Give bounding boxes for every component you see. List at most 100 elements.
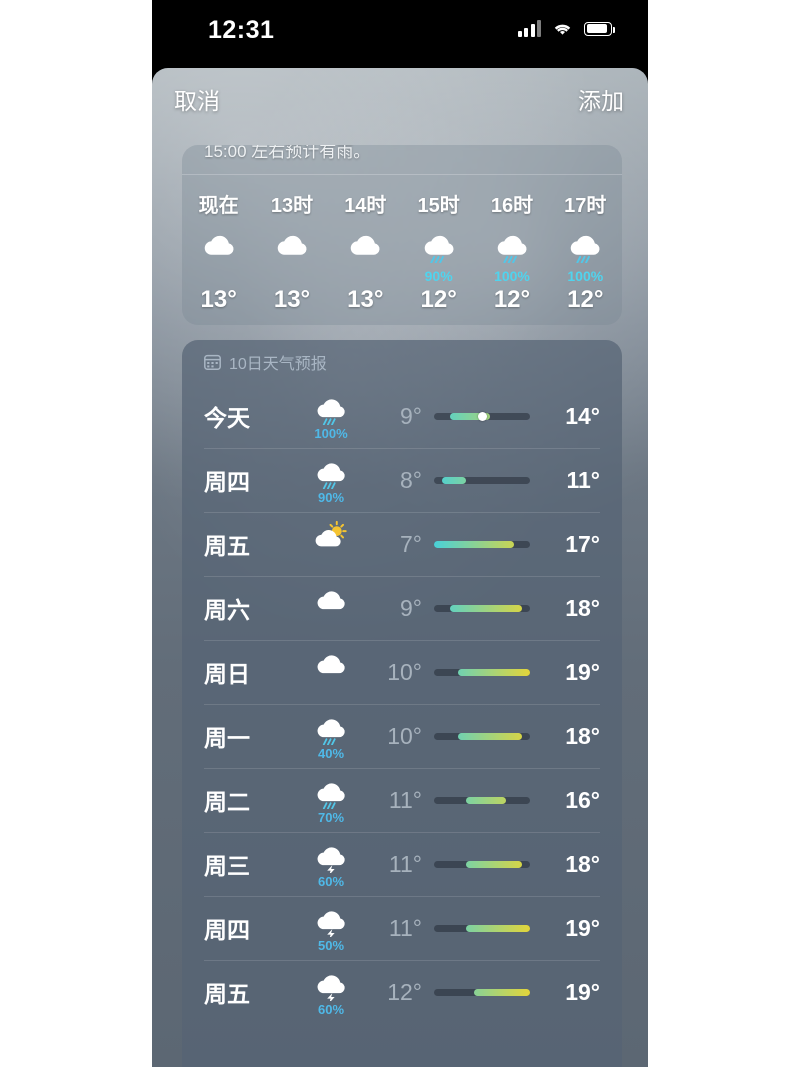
cloud-icon [351, 235, 380, 255]
table-row[interactable]: 周四 50% 11° 19° [204, 896, 600, 960]
range-track [434, 796, 530, 804]
day-weather-icon [296, 648, 366, 697]
hour-precipitation: 100% [494, 268, 530, 284]
cloud-icon [317, 654, 345, 673]
hour-weather-icon [491, 222, 533, 268]
cloud-rain-icon [317, 782, 345, 809]
table-row[interactable]: 周六 9° 18° [204, 576, 600, 640]
day-weather-icon: 70% [296, 776, 366, 825]
table-row[interactable]: 今天 100% 9° 14° [204, 384, 600, 448]
day-label: 周三 [204, 853, 250, 879]
day-weather-icon: 90% [296, 456, 366, 505]
hourly-list[interactable]: 现在 13° 13时 13° 14时 13° 15时 90% 12° 16时 100% 12° 17时 1… [182, 179, 622, 325]
battery-icon [584, 21, 615, 36]
ten-day-forecast-card[interactable]: 10日天气预报 今天 100% 9° 14° 周四 90% 8° 11° 周五 7° 17° 周六 9°… [182, 340, 622, 1067]
high-temperature: 16° [565, 786, 600, 813]
hour-label: 15时 [417, 195, 460, 217]
hour-temperature: 13° [347, 286, 384, 313]
high-temperature: 18° [565, 850, 600, 877]
hour-weather-icon [344, 222, 386, 268]
day-label: 周一 [204, 725, 250, 751]
low-temperature: 9° [400, 402, 422, 429]
hour-label: 17时 [564, 195, 607, 217]
cloud-icon [204, 235, 234, 255]
wifi-icon [554, 24, 571, 35]
day-weather-icon: 60% [296, 840, 366, 889]
cancel-button[interactable]: 取消 [174, 90, 220, 113]
current-temperature-marker [477, 411, 487, 421]
high-temperature: 17° [565, 530, 600, 557]
hour-temperature: 13° [200, 286, 237, 313]
temperature-range-bar [422, 540, 542, 548]
range-track [434, 604, 530, 612]
temperature-range-bar [422, 411, 542, 421]
hour-item[interactable]: 16时 100% 12° [475, 179, 548, 325]
day-label: 周日 [204, 661, 250, 687]
cloud-rain-icon [424, 235, 454, 263]
day-weather-icon [296, 584, 366, 633]
temperature-range-bar [422, 476, 542, 484]
hour-temperature: 12° [420, 286, 457, 313]
day-precipitation: 50% [317, 937, 345, 953]
cloud-rain-icon [317, 398, 345, 425]
ten-day-header-label: 10日天气预报 [229, 356, 327, 373]
range-track [434, 924, 530, 932]
day-label: 周二 [204, 789, 250, 815]
table-row[interactable]: 周四 90% 8° 11° [204, 448, 600, 512]
hour-temperature: 12° [493, 286, 531, 313]
range-track [434, 411, 530, 421]
high-temperature: 19° [565, 914, 600, 941]
range-track [434, 988, 530, 996]
hourly-forecast-card[interactable]: 15:00 左右预计有雨。 现在 13° 13时 13° 14时 13° 15时 90% 12°… [182, 145, 622, 325]
sheet-navbar: 取消 添加 [152, 68, 648, 134]
day-weather-icon: 60% [296, 968, 366, 1017]
temperature-range-bar [422, 924, 542, 932]
cloud-bolt-icon [317, 974, 345, 1001]
cloud-icon [317, 590, 345, 609]
low-temperature: 10° [387, 658, 422, 685]
range-fill [466, 860, 522, 868]
add-button[interactable]: 添加 [578, 90, 624, 113]
hour-weather-icon [418, 222, 460, 268]
hour-precipitation: 90% [424, 268, 453, 284]
table-row[interactable]: 周五 7° 17° [204, 512, 600, 576]
table-row[interactable]: 周二 70% 11° 16° [204, 768, 600, 832]
range-fill [442, 476, 466, 484]
cloud-rain-icon [317, 462, 345, 489]
hour-item[interactable]: 17时 100% 12° [549, 179, 622, 325]
day-label: 周六 [204, 597, 250, 623]
hour-label: 16时 [490, 195, 534, 217]
range-fill [458, 732, 522, 740]
cloud-rain-icon [571, 235, 600, 263]
high-temperature: 18° [565, 722, 600, 749]
low-temperature: 9° [400, 594, 422, 621]
ten-day-rows[interactable]: 今天 100% 9° 14° 周四 90% 8° 11° 周五 7° 17° 周六 9° 18° 周日 10°… [182, 384, 622, 1024]
day-precipitation: 60% [317, 1001, 345, 1017]
hour-weather-icon [271, 222, 313, 268]
table-row[interactable]: 周五 60% 12° 19° [204, 960, 600, 1024]
cloud-bolt-icon [317, 910, 345, 937]
temperature-range-bar [422, 604, 542, 612]
hour-item[interactable]: 14时 13° [329, 179, 402, 325]
table-row[interactable]: 周三 60% 11° 18° [204, 832, 600, 896]
hour-item[interactable]: 13时 13° [255, 179, 328, 325]
page-root: 12:31 取消 添加 15:00 左右预计有雨。 现在 13° 13时 13°… [0, 0, 800, 1067]
weather-sheet: 取消 添加 15:00 左右预计有雨。 现在 13° 13时 13° 14时 13° 15时… [152, 68, 648, 1067]
range-track [434, 732, 530, 740]
calendar-icon [204, 354, 221, 370]
day-precipitation: 100% [314, 425, 348, 441]
range-fill [458, 668, 530, 676]
temperature-range-bar [422, 796, 542, 804]
range-fill [466, 796, 506, 804]
hour-label: 14时 [344, 195, 387, 217]
day-weather-icon [296, 520, 366, 569]
table-row[interactable]: 周一 40% 10° 18° [204, 704, 600, 768]
status-clock: 12:31 [208, 16, 275, 44]
day-label: 周四 [204, 469, 250, 495]
low-temperature: 7° [400, 530, 422, 557]
hour-item[interactable]: 现在 13° [182, 179, 255, 325]
low-temperature: 10° [387, 722, 422, 749]
table-row[interactable]: 周日 10° 19° [204, 640, 600, 704]
hour-item[interactable]: 15时 90% 12° [402, 179, 475, 325]
high-temperature: 11° [566, 466, 600, 493]
